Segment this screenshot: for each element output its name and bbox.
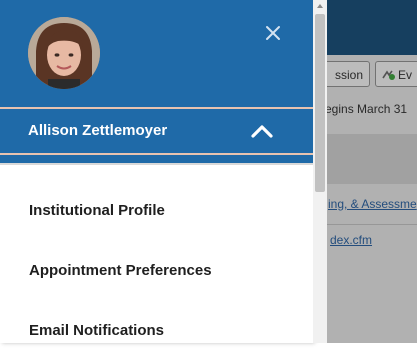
avatar: [28, 17, 100, 89]
header-strip: [0, 155, 313, 163]
side-drawer: Allison Zettlemoyer Institutional Profil…: [0, 0, 313, 343]
drawer-header: [0, 0, 313, 107]
drawer-menu: Institutional Profile Appointment Prefer…: [0, 180, 313, 360]
header-divider: [0, 163, 313, 165]
close-button[interactable]: [260, 20, 286, 46]
chevron-up-icon: [250, 122, 274, 140]
menu-item-institutional-profile[interactable]: Institutional Profile: [0, 180, 313, 240]
user-menu-toggle[interactable]: Allison Zettlemoyer: [0, 107, 313, 155]
menu-item-appointment-preferences[interactable]: Appointment Preferences: [0, 240, 313, 300]
close-icon: [266, 26, 280, 40]
scrollbar-thumb[interactable]: [315, 14, 325, 192]
scroll-up-arrow-icon[interactable]: [313, 0, 327, 12]
user-name: Allison Zettlemoyer: [28, 122, 168, 139]
drawer-scrollbar[interactable]: [313, 0, 327, 343]
menu-item-email-notifications[interactable]: Email Notifications: [0, 300, 313, 360]
